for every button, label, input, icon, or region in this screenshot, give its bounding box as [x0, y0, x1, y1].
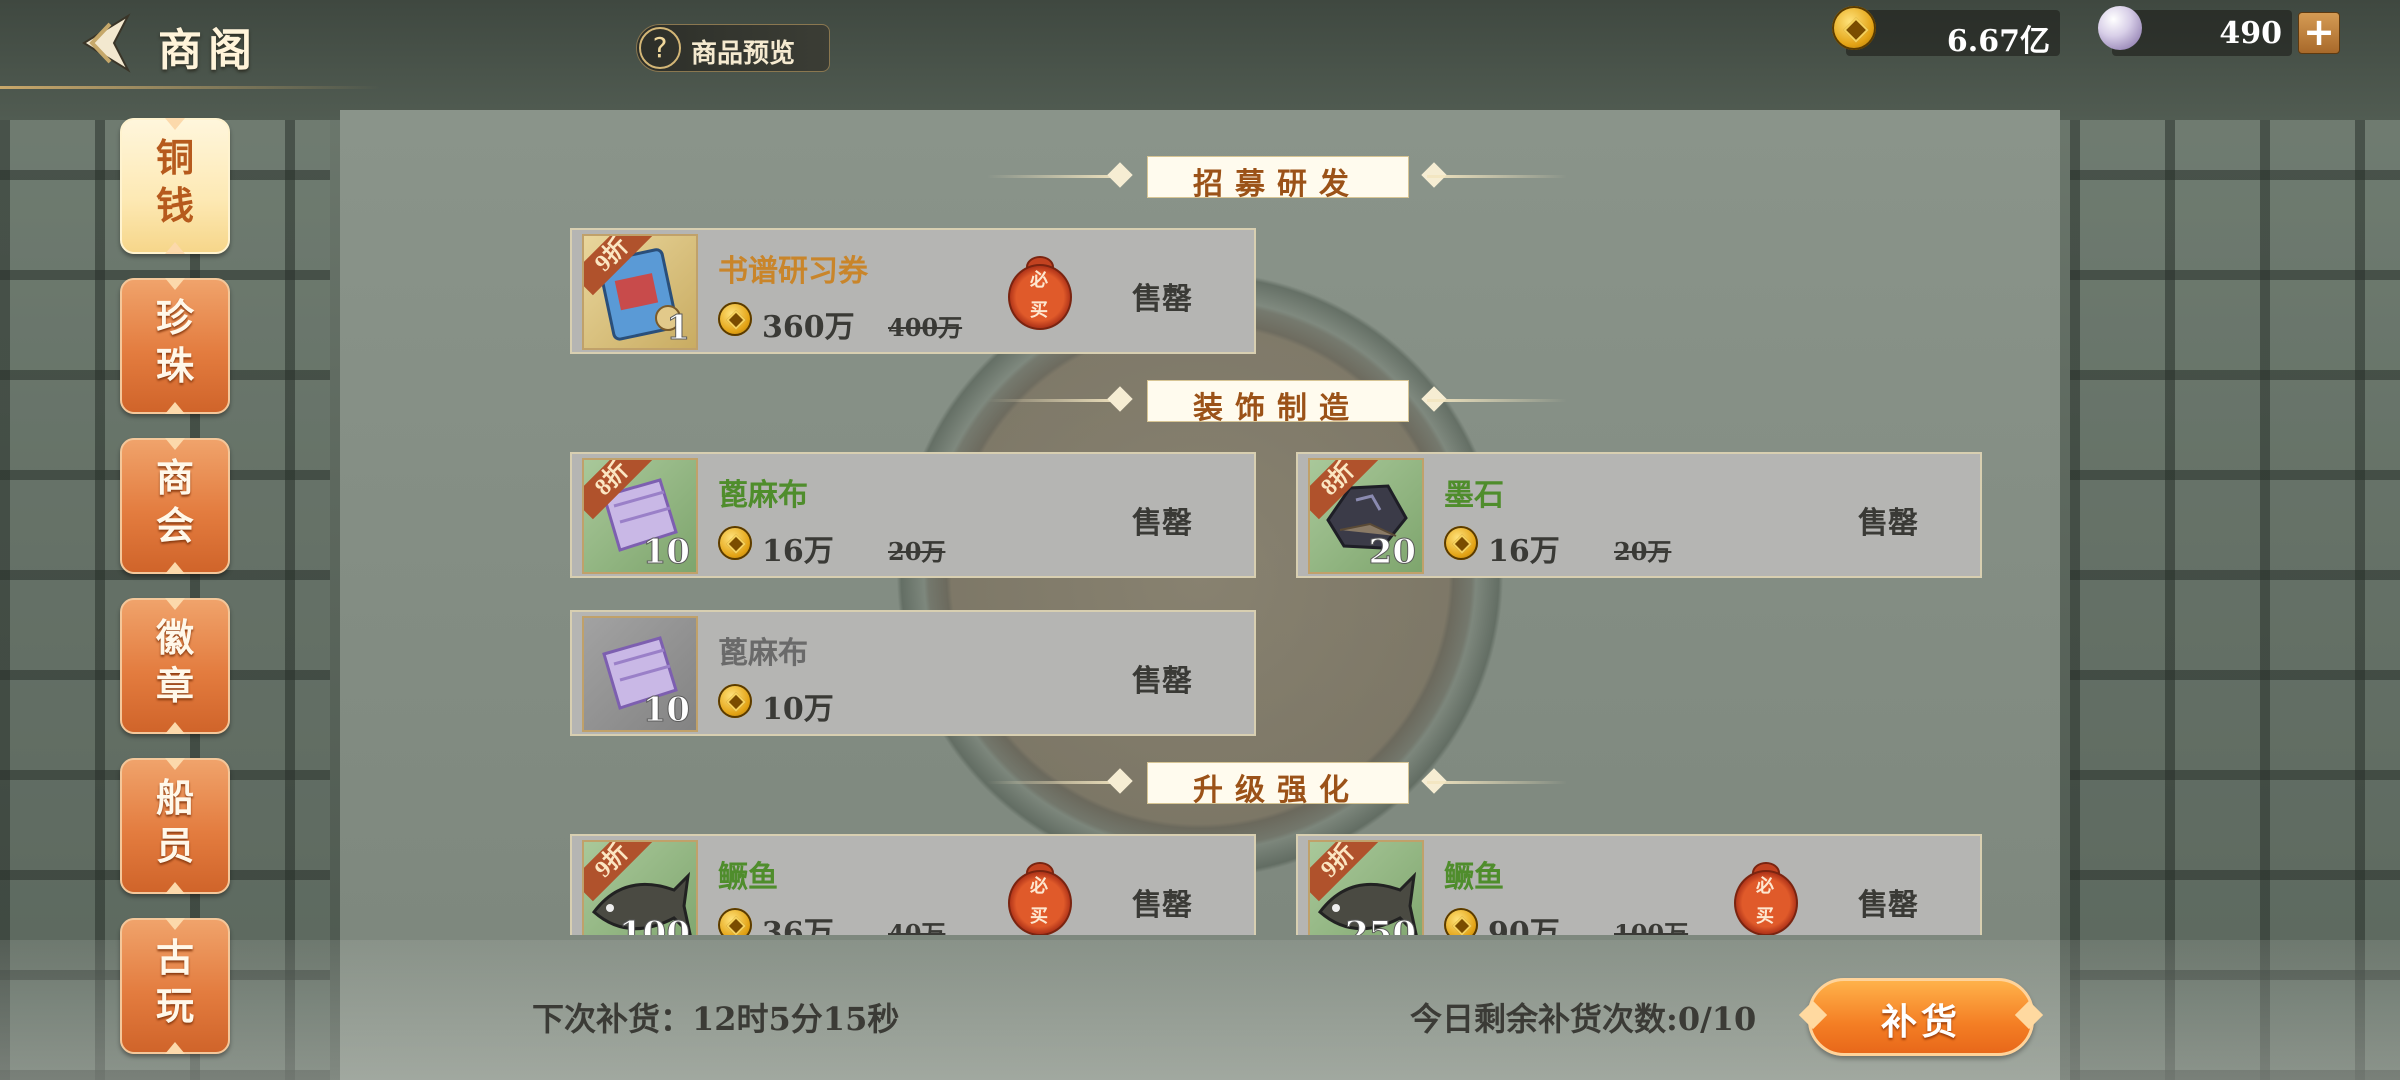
item-original-price: 20万	[888, 537, 946, 566]
help-icon: ?	[639, 27, 681, 69]
shop-item-card[interactable]: 9折 250 鳜鱼 90万 100万 必买 售罄	[1296, 834, 1982, 935]
tab-label: 船 员	[155, 775, 194, 868]
add-pearl-button[interactable]: +	[2298, 12, 2340, 54]
coin-balance: 6.67亿	[1832, 6, 2060, 59]
copper-coin-icon	[1444, 908, 1478, 935]
copper-coin-icon	[718, 908, 752, 935]
pearl-icon	[2098, 6, 2142, 50]
shop-list[interactable]: 招募研发 9折 1 书谱研习券 360万 400万 必买 售罄 装饰制造 8折 …	[560, 150, 1990, 935]
tab-label: 商 会	[155, 455, 194, 548]
back-arrow-icon	[82, 13, 131, 73]
item-quantity: 250	[1345, 914, 1417, 936]
section-header-upgrade: 升级强化	[987, 762, 1567, 808]
tab-crew[interactable]: 船 员	[120, 758, 230, 894]
item-quantity: 20	[1368, 532, 1416, 573]
item-original-price: 400万	[888, 313, 963, 342]
pearl-amount: 490	[2219, 16, 2282, 51]
tab-antique[interactable]: 古 玩	[120, 918, 230, 1054]
shop-item-card[interactable]: 8折 20 墨石 16万 20万 售罄	[1296, 452, 1982, 578]
item-quantity: 1	[666, 308, 691, 349]
copper-coin-icon	[718, 526, 752, 560]
section-header-recruit: 招募研发	[987, 156, 1567, 202]
shop-item-card[interactable]: 9折 1 书谱研习券 360万 400万 必买 售罄	[570, 228, 1256, 354]
copper-coin-icon	[1832, 6, 1876, 50]
section-header-decoration: 装饰制造	[987, 380, 1567, 426]
item-name: 蓖麻布	[718, 478, 808, 513]
tab-label: 徽 章	[155, 615, 194, 708]
shop-item-card[interactable]: 10 蓖麻布 10万 售罄	[570, 610, 1256, 736]
item-icon: 9折 250	[1308, 840, 1424, 935]
item-price: 90万	[1488, 916, 1560, 935]
item-icon: 10	[582, 616, 698, 732]
sold-out-label: 售罄	[1132, 282, 1192, 317]
title-underline	[0, 86, 380, 89]
copper-coin-icon	[718, 684, 752, 718]
tab-pearl[interactable]: 珍 珠	[120, 278, 230, 414]
copper-coin-icon	[718, 302, 752, 336]
tab-label: 珍 珠	[155, 295, 194, 388]
sold-out-label: 售罄	[1132, 664, 1192, 699]
item-icon: 9折 1	[582, 234, 698, 350]
item-price: 36万	[762, 916, 834, 935]
section-title: 升级强化	[1193, 773, 1361, 808]
item-original-price: 100万	[1614, 919, 1689, 935]
item-price: 10万	[762, 692, 834, 727]
item-price: 16万	[1488, 534, 1560, 569]
sold-out-label: 售罄	[1132, 888, 1192, 923]
page-title: 商阁	[158, 25, 258, 76]
background-lattice-right	[2070, 120, 2400, 1080]
shop-item-card[interactable]: 9折 100 鳜鱼 36万 40万 必买 售罄	[570, 834, 1256, 935]
tab-copper-coin[interactable]: 铜 钱	[120, 118, 230, 254]
item-quantity: 100	[619, 914, 691, 936]
coin-amount: 6.67亿	[1946, 24, 2050, 59]
restock-label: 补货	[1880, 1001, 1961, 1043]
tab-label: 古 玩	[155, 935, 194, 1028]
product-preview-button[interactable]: ? 商品预览	[636, 24, 830, 72]
background-floor	[0, 940, 2400, 1080]
item-name: 鳜鱼	[1444, 860, 1504, 895]
item-icon: 9折 100	[582, 840, 698, 935]
item-name: 蓖麻布	[718, 636, 808, 671]
item-quantity: 10	[642, 532, 690, 573]
item-icon: 8折 10	[582, 458, 698, 574]
tab-badge[interactable]: 徽 章	[120, 598, 230, 734]
must-buy-badge: 必买	[1008, 862, 1072, 935]
must-buy-badge: 必买	[1008, 256, 1072, 330]
item-name: 书谱研习券	[718, 254, 868, 289]
pearl-balance: 490	[2098, 6, 2292, 56]
section-title: 装饰制造	[1193, 391, 1361, 426]
item-name: 鳜鱼	[718, 860, 778, 895]
sold-out-label: 售罄	[1132, 506, 1192, 541]
must-buy-badge: 必买	[1734, 862, 1798, 935]
product-preview-label: 商品预览	[691, 39, 796, 69]
remaining-restocks: 今日剩余补货次数:0/10	[1410, 1000, 1757, 1038]
item-icon: 8折 20	[1308, 458, 1424, 574]
restock-button[interactable]: 补货	[1798, 978, 2044, 1056]
back-button[interactable]	[70, 10, 140, 76]
sold-out-label: 售罄	[1858, 506, 1918, 541]
tab-label: 铜 钱	[155, 135, 194, 228]
sold-out-label: 售罄	[1858, 888, 1918, 923]
tab-chamber[interactable]: 商 会	[120, 438, 230, 574]
section-title: 招募研发	[1193, 167, 1361, 202]
item-quantity: 10	[642, 690, 690, 731]
item-original-price: 20万	[1614, 537, 1672, 566]
shop-item-card[interactable]: 8折 10 蓖麻布 16万 20万 售罄	[570, 452, 1256, 578]
item-price: 360万	[762, 310, 855, 345]
copper-coin-icon	[1444, 526, 1478, 560]
item-original-price: 40万	[888, 919, 946, 935]
item-name: 墨石	[1444, 478, 1504, 513]
top-bar: 商阁 ? 商品预览 6.67亿 490 +	[0, 0, 2400, 89]
next-restock-timer: 下次补货：12时5分15秒	[532, 1000, 900, 1038]
item-price: 16万	[762, 534, 834, 569]
